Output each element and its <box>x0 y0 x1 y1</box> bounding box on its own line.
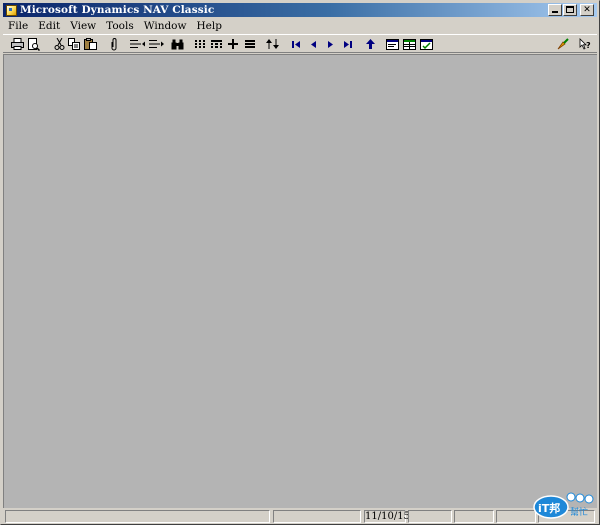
next-record-icon <box>327 40 333 48</box>
mdi-client-area[interactable] <box>3 54 597 508</box>
menu-help[interactable]: Help <box>192 20 227 32</box>
status-pane-message <box>5 510 270 523</box>
flow-filter-button[interactable] <box>226 37 240 51</box>
status-bar: 11/10/15 <box>3 509 597 524</box>
help-pointer-icon: ? <box>579 38 591 50</box>
menu-file[interactable]: File <box>3 20 33 32</box>
toolbar: ? <box>3 34 597 53</box>
run-object-button[interactable] <box>556 37 570 51</box>
indent-right-button[interactable] <box>148 37 164 51</box>
watermark-sub-text: 幫忙 <box>570 506 588 518</box>
window-title: Microsoft Dynamics NAV Classic <box>20 4 215 16</box>
show-all-button[interactable] <box>243 37 257 51</box>
scissors-icon <box>54 38 64 50</box>
run-object-icon <box>557 38 569 50</box>
table-filter-icon <box>210 40 222 48</box>
lines-icon <box>245 40 255 48</box>
grid-dots-icon <box>195 40 205 48</box>
previous-record-button[interactable] <box>306 37 320 51</box>
attach-button[interactable] <box>107 37 121 51</box>
table-view-button[interactable] <box>402 37 416 51</box>
minimize-icon <box>552 11 558 13</box>
paste-button[interactable] <box>83 37 97 51</box>
copy-button[interactable] <box>67 37 81 51</box>
cut-button[interactable] <box>52 37 66 51</box>
first-record-icon <box>291 40 300 48</box>
status-pane-date: 11/10/15 <box>364 510 410 523</box>
printer-icon <box>10 38 24 50</box>
binoculars-icon <box>171 39 183 49</box>
minimize-button[interactable] <box>548 4 562 16</box>
app-window: Microsoft Dynamics NAV Classic ✕ File Ed… <box>0 0 600 525</box>
menu-view[interactable]: View <box>65 20 101 32</box>
watermark-main-text: iT邦 <box>538 501 560 515</box>
menu-window[interactable]: Window <box>139 20 192 32</box>
previous-record-icon <box>310 40 316 48</box>
list-view-button[interactable] <box>419 37 433 51</box>
window-controls: ✕ <box>547 4 594 16</box>
title-bar[interactable]: Microsoft Dynamics NAV Classic ✕ <box>3 3 597 17</box>
ithome-watermark-logo: iT邦 幫忙 <box>531 490 596 520</box>
indent-left-button[interactable] <box>129 37 145 51</box>
menu-tools[interactable]: Tools <box>101 20 139 32</box>
watermark-logo-icon: iT邦 幫忙 <box>533 492 594 519</box>
paperclip-icon <box>111 37 117 50</box>
maximize-icon <box>566 6 574 13</box>
status-pane-company <box>273 510 361 523</box>
help-button[interactable]: ? <box>578 37 592 51</box>
sort-button[interactable] <box>265 37 279 51</box>
close-button[interactable]: ✕ <box>580 4 594 16</box>
plus-grid-icon <box>228 39 238 49</box>
paste-icon <box>83 38 97 50</box>
find-button[interactable] <box>170 37 184 51</box>
filter-field-button[interactable] <box>193 37 207 51</box>
svg-text:?: ? <box>586 41 591 50</box>
print-preview-button[interactable] <box>26 37 40 51</box>
up-arrow-icon <box>365 39 375 49</box>
up-button[interactable] <box>363 37 377 51</box>
status-pane-user <box>408 510 452 523</box>
list-view-icon <box>419 38 433 50</box>
app-icon[interactable] <box>6 4 17 16</box>
print-button[interactable] <box>10 37 24 51</box>
menu-bar: File Edit View Tools Window Help <box>3 18 597 33</box>
indent-left-icon <box>129 40 145 48</box>
print-preview-icon <box>27 37 40 51</box>
status-pane-ovr <box>496 510 536 523</box>
copy-icon <box>68 38 80 50</box>
indent-right-icon <box>148 40 164 48</box>
status-pane-filter <box>454 510 494 523</box>
close-icon: ✕ <box>583 4 591 15</box>
next-record-button[interactable] <box>323 37 337 51</box>
filter-table-button[interactable] <box>209 37 223 51</box>
form-view-icon <box>385 38 399 50</box>
first-record-button[interactable] <box>289 37 303 51</box>
sort-icon <box>265 39 279 49</box>
menu-edit[interactable]: Edit <box>33 20 65 32</box>
table-view-icon <box>402 38 416 50</box>
last-record-button[interactable] <box>340 37 354 51</box>
maximize-button[interactable] <box>563 4 577 16</box>
last-record-icon <box>343 40 352 48</box>
form-view-button[interactable] <box>385 37 399 51</box>
